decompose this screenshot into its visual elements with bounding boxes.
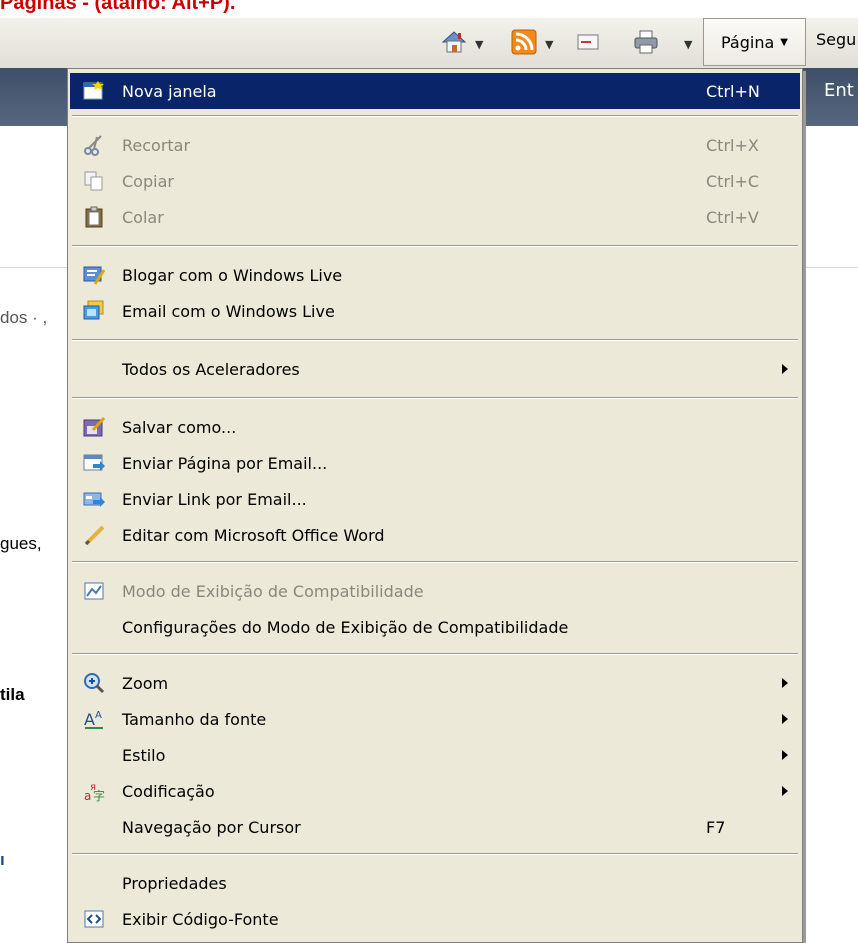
menu-item-label: Blogar com o Windows Live (122, 265, 343, 285)
menu-item-label: Exibir Código-Fonte (122, 909, 279, 929)
blog-icon (82, 263, 106, 287)
page-dropdown-menu: Nova janela Ctrl+N Recortar Ctrl+X Copia… (67, 68, 803, 943)
mail-icon[interactable] (574, 28, 602, 56)
menu-separator (72, 397, 798, 399)
copy-icon (82, 169, 106, 193)
menu-item-label: Estilo (122, 745, 166, 765)
menu-item-encoding[interactable]: a я 字 Codificação (70, 773, 800, 809)
menu-item-paste[interactable]: Colar Ctrl+V (70, 199, 800, 235)
menu-item-email-windows-live[interactable]: Email com o Windows Live (70, 293, 800, 329)
menu-separator (72, 115, 798, 117)
menu-item-label: Salvar como... (122, 417, 237, 437)
compatibility-view-icon (82, 579, 106, 603)
menu-item-label: Colar (122, 207, 164, 227)
menu-item-label: Enviar Link por Email... (122, 489, 307, 509)
paste-icon (82, 205, 106, 229)
menu-item-label: Recortar (122, 135, 191, 155)
menu-item-label: Configurações do Modo de Exibição de Com… (122, 617, 569, 637)
menu-separator (72, 853, 798, 855)
menu-item-label: Email com o Windows Live (122, 301, 335, 321)
menu-item-label: Navegação por Cursor (122, 817, 301, 837)
save-as-icon (82, 415, 106, 439)
menu-item-zoom[interactable]: Zoom (70, 665, 800, 701)
menu-separator (72, 245, 798, 247)
menu-separator (72, 653, 798, 655)
menu-item-blog-windows-live[interactable]: Blogar com o Windows Live (70, 257, 800, 293)
windows-live-mail-icon (82, 299, 106, 323)
send-page-icon (82, 451, 106, 475)
menu-item-cut[interactable]: Recortar Ctrl+X (70, 127, 800, 163)
text-fragment: dos · , (0, 308, 48, 327)
pencil-icon (82, 523, 106, 547)
security-menu-button-fragment[interactable]: Segu (816, 30, 856, 49)
submenu-arrow-icon (782, 786, 788, 796)
menu-item-new-window[interactable]: Nova janela Ctrl+N (70, 73, 800, 109)
menu-item-compatibility-settings[interactable]: Configurações do Modo de Exibição de Com… (70, 609, 800, 645)
menu-item-send-page-email[interactable]: Enviar Página por Email... (70, 445, 800, 481)
menu-item-label: Modo de Exibição de Compatibilidade (122, 581, 424, 601)
menu-item-edit-word[interactable]: Editar com Microsoft Office Word (70, 517, 800, 553)
home-dropdown-icon[interactable]: ▼ (475, 38, 483, 51)
menu-item-copy[interactable]: Copiar Ctrl+C (70, 163, 800, 199)
menu-item-view-source[interactable]: Exibir Código-Fonte (70, 901, 800, 937)
page-menu-button[interactable]: Página ▼ (703, 18, 806, 66)
menu-item-properties[interactable]: Propriedades (70, 865, 800, 901)
menu-item-style[interactable]: Estilo (70, 737, 800, 773)
menu-separator (72, 561, 798, 563)
text-fragment: tila (0, 685, 25, 704)
menu-item-label: Copiar (122, 171, 174, 191)
menu-item-shortcut: F7 (706, 817, 726, 837)
menu-item-shortcut: Ctrl+X (706, 135, 759, 155)
menu-item-send-link-email[interactable]: Enviar Link por Email... (70, 481, 800, 517)
menu-item-label: Zoom (122, 673, 169, 693)
encoding-icon: a я 字 (82, 779, 106, 803)
view-source-icon (82, 907, 106, 931)
svg-text:字: 字 (93, 788, 105, 802)
menu-item-compatibility-view[interactable]: Modo de Exibição de Compatibilidade (70, 573, 800, 609)
menu-item-text-size[interactable]: A A Tamanho da fonte (70, 701, 800, 737)
menu-item-label: Nova janela (122, 81, 217, 101)
text-fragment: gues, (0, 534, 42, 553)
menu-item-label: Codificação (122, 781, 215, 801)
menu-separator (72, 339, 798, 341)
page-menu-label: Página (721, 32, 775, 52)
menu-item-caret-browsing[interactable]: Navegação por Cursor F7 (70, 809, 800, 845)
rss-icon[interactable] (510, 28, 538, 56)
submenu-arrow-icon (782, 714, 788, 724)
menu-item-label: Enviar Página por Email... (122, 453, 328, 473)
menu-item-shortcut: Ctrl+C (706, 171, 760, 191)
print-dropdown-icon[interactable]: ▼ (684, 38, 692, 51)
banner-text-fragment: Ent (824, 80, 854, 101)
menu-item-label: Editar com Microsoft Office Word (122, 525, 385, 545)
zoom-icon (82, 671, 106, 695)
svg-text:A: A (95, 710, 102, 721)
menu-item-label: Tamanho da fonte (122, 709, 267, 729)
link-fragment[interactable]: ı (0, 850, 5, 870)
submenu-arrow-icon (782, 678, 788, 688)
submenu-arrow-icon (782, 364, 788, 374)
menu-item-label: Todos os Aceleradores (122, 359, 300, 379)
menu-item-label: Propriedades (122, 873, 227, 893)
scissors-icon (82, 133, 106, 157)
send-link-icon (82, 487, 106, 511)
rss-dropdown-icon[interactable]: ▼ (545, 38, 553, 51)
menu-item-all-accelerators[interactable]: Todos os Aceleradores (70, 351, 800, 387)
new-window-icon (82, 79, 106, 103)
chevron-down-icon: ▼ (780, 36, 788, 48)
menu-item-save-as[interactable]: Salvar como... (70, 409, 800, 445)
menu-item-shortcut: Ctrl+V (706, 207, 759, 227)
text-size-icon: A A (82, 707, 106, 731)
print-icon[interactable] (632, 28, 660, 56)
svg-text:A: A (84, 710, 95, 729)
home-icon[interactable] (440, 28, 468, 56)
menu-item-shortcut: Ctrl+N (706, 81, 760, 101)
submenu-arrow-icon (782, 750, 788, 760)
page-heading-fragment: Páginas - (atalho: Alt+P). (0, 0, 236, 14)
